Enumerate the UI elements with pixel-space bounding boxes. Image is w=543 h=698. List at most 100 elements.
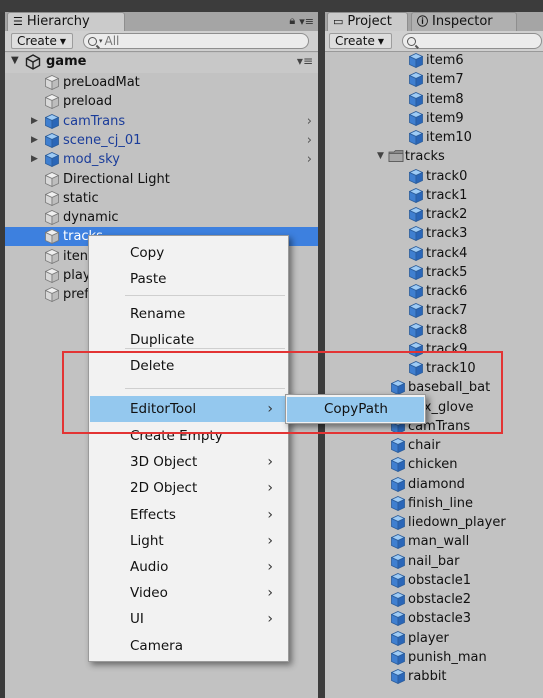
project-tab-label: Project bbox=[347, 14, 392, 29]
hierarchy-create-button[interactable]: Create ▼ bbox=[11, 33, 73, 49]
project-item-label: obstacle3 bbox=[408, 611, 472, 627]
panel-divider[interactable] bbox=[318, 12, 325, 698]
open-prefab-arrow-icon[interactable]: › bbox=[307, 131, 312, 150]
project-asset-row[interactable]: chair bbox=[390, 436, 440, 455]
expand-arrow-icon[interactable]: ▶ bbox=[31, 112, 38, 131]
submenu-arrow-icon: › bbox=[267, 585, 273, 601]
project-asset-row[interactable]: track1 bbox=[408, 186, 467, 205]
menu-item-camera[interactable]: Camera bbox=[90, 633, 287, 659]
expand-arrow-icon[interactable]: ▼ bbox=[377, 147, 384, 166]
panel-menu-icon[interactable]: ▾≡ bbox=[299, 15, 314, 28]
project-asset-row[interactable]: obstacle2 bbox=[390, 590, 471, 609]
project-asset-row[interactable]: item8 bbox=[408, 90, 464, 109]
expand-arrow-icon[interactable]: ▶ bbox=[31, 131, 38, 150]
project-asset-row[interactable]: track9 bbox=[408, 340, 467, 359]
hierarchy-row[interactable]: preLoadMat bbox=[5, 73, 318, 92]
menu-item-editortool[interactable]: EditorTool › bbox=[90, 396, 287, 422]
menu-item-rename[interactable]: Rename bbox=[90, 301, 287, 327]
hierarchy-list-icon: ☰ bbox=[13, 15, 23, 28]
prefab-blue-icon bbox=[44, 132, 60, 149]
hierarchy-search-input[interactable]: ▾ All bbox=[83, 33, 309, 49]
project-asset-row[interactable]: obstacle1 bbox=[390, 571, 472, 590]
project-asset-row[interactable]: item6 bbox=[408, 51, 464, 70]
project-item-label: track3 bbox=[426, 226, 468, 242]
search-icon bbox=[88, 36, 97, 46]
project-asset-row[interactable]: chicken bbox=[390, 455, 457, 474]
menu-item-duplicate[interactable]: Duplicate bbox=[90, 327, 287, 353]
hierarchy-row[interactable]: Directional Light bbox=[5, 170, 318, 189]
project-asset-row[interactable]: liedown_player bbox=[390, 513, 506, 532]
project-asset-row[interactable]: obstacle3 bbox=[390, 609, 472, 628]
hierarchy-row[interactable]: ▶ camTrans › bbox=[5, 112, 318, 131]
info-icon: ⓘ bbox=[417, 15, 428, 28]
hierarchy-row[interactable]: static bbox=[5, 189, 318, 208]
menu-item-label: Light bbox=[130, 533, 164, 549]
project-asset-row[interactable]: rabbit bbox=[390, 667, 447, 686]
scene-menu-icon[interactable]: ▾≡ bbox=[297, 54, 313, 68]
menu-item-ui[interactable]: UI › bbox=[90, 606, 287, 632]
project-asset-row[interactable]: finish_line bbox=[390, 494, 473, 513]
menu-item-create-empty[interactable]: Create Empty bbox=[90, 423, 287, 449]
prefab-blue-icon bbox=[44, 152, 60, 168]
prefab-blue-icon bbox=[408, 322, 424, 338]
project-asset-row[interactable]: punish_man bbox=[390, 648, 487, 667]
prefab-blue-icon bbox=[390, 649, 406, 665]
project-asset-row[interactable]: diamond bbox=[390, 475, 465, 494]
project-asset-row[interactable]: track0 bbox=[408, 167, 467, 186]
gameobject-gray-icon bbox=[44, 190, 60, 206]
project-asset-row[interactable]: track2 bbox=[408, 205, 467, 224]
hierarchy-row[interactable]: dynamic bbox=[5, 208, 318, 227]
open-prefab-arrow-icon[interactable]: › bbox=[307, 150, 312, 169]
prefab-blue-icon bbox=[408, 245, 424, 261]
hierarchy-tab-controls: 🔒︎ ▾≡ bbox=[289, 14, 314, 28]
project-asset-row[interactable]: track3 bbox=[408, 224, 468, 243]
scene-row-game[interactable]: ▼ game ▾≡ bbox=[5, 53, 318, 73]
menu-item-light[interactable]: Light › bbox=[90, 528, 287, 554]
hierarchy-row[interactable]: ▶ mod_sky › bbox=[5, 150, 318, 169]
project-asset-row[interactable]: track5 bbox=[408, 263, 467, 282]
tab-hierarchy[interactable]: ☰ Hierarchy bbox=[7, 12, 125, 31]
project-asset-row[interactable]: item7 bbox=[408, 70, 464, 89]
project-asset-row[interactable]: item9 bbox=[408, 109, 464, 128]
project-asset-row[interactable]: nail_bar bbox=[390, 552, 460, 571]
menu-item-label: Audio bbox=[130, 559, 169, 575]
lock-icon[interactable]: 🔒︎ bbox=[289, 14, 295, 28]
context-menu: Copy Paste Rename Duplicate Delete EditorTool… bbox=[88, 235, 289, 662]
project-asset-row[interactable]: man_wall bbox=[390, 532, 469, 551]
menu-item-paste[interactable]: Paste bbox=[90, 266, 287, 292]
hierarchy-row[interactable]: preload bbox=[5, 92, 318, 111]
menu-item-label: Duplicate bbox=[130, 332, 195, 348]
project-asset-row[interactable]: track4 bbox=[408, 244, 467, 263]
project-asset-row[interactable]: item10 bbox=[408, 128, 472, 147]
project-create-button[interactable]: Create ▼ bbox=[329, 33, 392, 49]
project-asset-row[interactable]: player bbox=[390, 629, 449, 648]
gameobject-gray-icon bbox=[44, 229, 60, 245]
menu-item-copypath[interactable]: CopyPath bbox=[287, 397, 424, 422]
menu-item-3d-object[interactable]: 3D Object › bbox=[90, 449, 287, 475]
menu-item-copy[interactable]: Copy bbox=[90, 240, 287, 266]
menu-item-2d-object[interactable]: 2D Object › bbox=[90, 475, 287, 501]
menu-item-video[interactable]: Video › bbox=[90, 580, 287, 606]
inspector-tab-label: Inspector bbox=[432, 14, 493, 29]
prefab-blue-icon bbox=[408, 361, 424, 377]
project-folder-row[interactable]: ▼ tracks bbox=[377, 147, 445, 166]
hierarchy-row[interactable]: ▶ scene_cj_01 › bbox=[5, 131, 318, 150]
prefab-blue-icon bbox=[408, 284, 424, 300]
project-asset-row[interactable]: track8 bbox=[408, 321, 467, 340]
menu-item-delete[interactable]: Delete bbox=[90, 353, 287, 379]
expand-arrow-icon[interactable]: ▼ bbox=[11, 55, 19, 66]
project-asset-row[interactable]: track7 bbox=[408, 301, 467, 320]
project-asset-row[interactable]: track6 bbox=[408, 282, 467, 301]
open-prefab-arrow-icon[interactable]: › bbox=[307, 112, 312, 131]
project-search-input[interactable] bbox=[402, 33, 542, 49]
tab-inspector[interactable]: ⓘ Inspector bbox=[411, 12, 517, 31]
menu-item-effects[interactable]: Effects › bbox=[90, 502, 287, 528]
project-item-label: obstacle1 bbox=[408, 572, 472, 588]
tab-project[interactable]: ▭ Project bbox=[327, 12, 408, 31]
hierarchy-tab-strip: ☰ Hierarchy 🔒︎ ▾≡ bbox=[5, 12, 318, 31]
prefab-blue-icon bbox=[390, 457, 406, 473]
menu-item-audio[interactable]: Audio › bbox=[90, 554, 287, 580]
window-top-bar bbox=[0, 0, 543, 12]
project-asset-row[interactable]: track10 bbox=[408, 359, 476, 378]
expand-arrow-icon[interactable]: ▶ bbox=[31, 150, 38, 169]
